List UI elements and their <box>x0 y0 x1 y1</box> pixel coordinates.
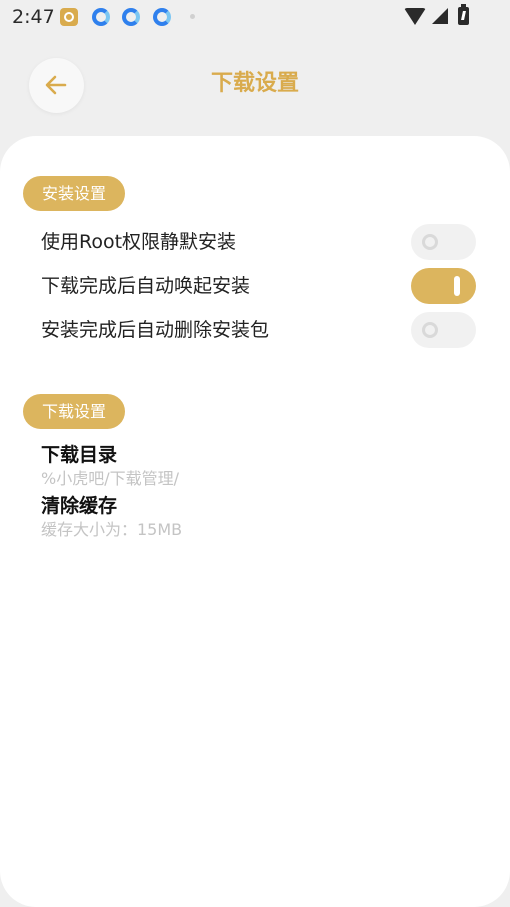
battery-charging-icon <box>458 4 469 25</box>
download-directory-path: %小虎吧/下载管理/ <box>41 469 179 488</box>
download-settings-badge: 下载设置 <box>23 394 125 429</box>
download-directory-item[interactable]: 下载目录 %小虎吧/下载管理/ <box>41 442 461 490</box>
setting-row-auto-launch-install: 下载完成后自动唤起安装 <box>0 264 510 308</box>
wifi-icon <box>404 8 426 25</box>
page-title: 下载设置 <box>210 71 299 96</box>
signal-icon <box>432 8 448 24</box>
clear-cache-title: 清除缓存 <box>41 495 118 517</box>
status-icons <box>404 4 474 28</box>
auto-delete-package-toggle[interactable] <box>411 312 476 348</box>
setting-row-auto-delete-package: 安装完成后自动删除安装包 <box>0 308 510 352</box>
dot-icon <box>190 14 195 19</box>
edge-browser-icon <box>153 8 171 26</box>
app-header: 下载设置 <box>0 34 510 134</box>
setting-label: 下载完成后自动唤起安装 <box>41 275 251 297</box>
toggle-knob <box>422 234 438 250</box>
setting-label: 安装完成后自动删除安装包 <box>41 319 270 341</box>
edge-browser-icon <box>122 8 140 26</box>
status-bar: 2:47 <box>0 0 510 34</box>
settings-card: 安装设置 使用Root权限静默安装 下载完成后自动唤起安装 安装完成后自动删除安… <box>0 136 510 907</box>
install-settings-badge: 安装设置 <box>23 176 125 211</box>
setting-label: 使用Root权限静默安装 <box>41 231 237 253</box>
auto-launch-install-toggle[interactable] <box>411 268 476 304</box>
app-notification-icon <box>60 8 78 26</box>
toggle-knob <box>422 322 438 338</box>
clear-cache-item[interactable]: 清除缓存 缓存大小为：15MB <box>41 493 461 541</box>
setting-row-root-silent-install: 使用Root权限静默安装 <box>0 220 510 264</box>
root-silent-install-toggle[interactable] <box>411 224 476 260</box>
cache-size-text: 缓存大小为：15MB <box>41 520 183 539</box>
status-time: 2:47 <box>12 6 55 28</box>
download-directory-title: 下载目录 <box>41 444 118 466</box>
edge-browser-icon <box>92 8 110 26</box>
toggle-knob <box>454 276 460 296</box>
